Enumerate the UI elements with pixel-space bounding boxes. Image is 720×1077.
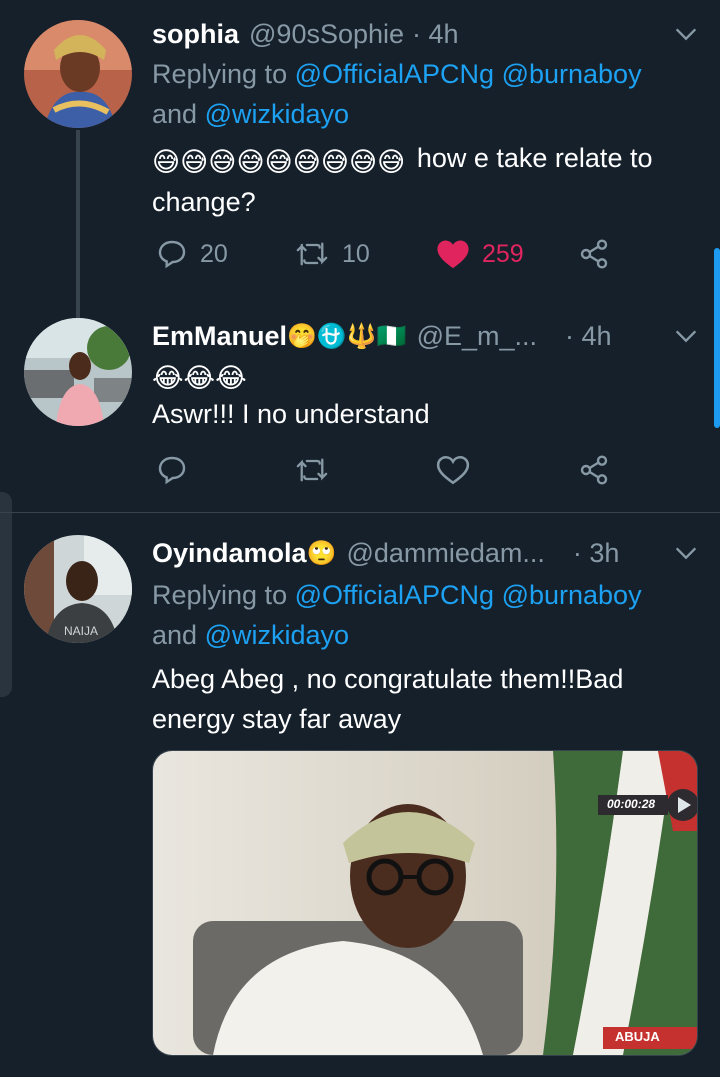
reply-button[interactable]: 20	[156, 234, 228, 274]
reply-icon	[158, 456, 186, 485]
reply-count: 20	[200, 239, 228, 268]
retweet-icon	[296, 242, 328, 266]
avatar[interactable]	[24, 318, 132, 426]
timestamp[interactable]: · 4h	[412, 19, 459, 50]
replying-to-label: Replying to	[152, 580, 295, 610]
display-name[interactable]: sophia	[152, 19, 239, 50]
username[interactable]: @90sSophie	[249, 19, 404, 50]
retweet-icon	[296, 458, 328, 482]
mention-wizkidayo[interactable]: @wizkidayo	[205, 99, 349, 129]
and-label: and	[152, 620, 205, 650]
like-count: 259	[482, 239, 524, 268]
tweet-body: Aswr!!! I no understand	[152, 399, 430, 429]
svg-text:NAIJA: NAIJA	[64, 624, 98, 638]
replying-to: Replying to @OfficialAPCNg @burnaboy and…	[152, 575, 702, 655]
username[interactable]: @dammiedam...	[346, 538, 544, 569]
retweet-button[interactable]: 10	[294, 234, 370, 274]
mention-burnaboy[interactable]: @burnaboy	[502, 580, 642, 610]
like-button[interactable]	[436, 450, 470, 490]
thread-line	[76, 130, 80, 310]
tweet-media-image[interactable]: 00:00:28 ABUJA	[152, 750, 698, 1056]
share-icon	[580, 239, 608, 269]
heart-icon	[436, 455, 470, 485]
tweet-text: 😅😅😅😅😅😅😅😅😅 how e take relate to change?	[152, 138, 702, 222]
timestamp[interactable]: · 4h	[565, 321, 612, 352]
tweet-sophia[interactable]: sophia @90sSophie · 4h Replying to @Offi…	[0, 0, 720, 310]
share-icon	[580, 455, 608, 485]
display-name-emoji: 🤭⛎🔱🇳🇬	[287, 322, 407, 350]
tweet-body: Abeg Abeg , no congratulate them!!Bad en…	[152, 664, 624, 734]
replying-to: Replying to @OfficialAPCNg @burnaboy and…	[152, 54, 702, 134]
and-label: and	[152, 99, 205, 129]
display-name-emoji: 🙄	[306, 539, 337, 567]
chevron-down-icon[interactable]	[672, 539, 700, 567]
tweet-emoji: 😂😂😂	[152, 363, 247, 393]
chevron-down-icon[interactable]	[672, 322, 700, 350]
thread-line	[76, 300, 80, 318]
reply-button[interactable]	[156, 450, 188, 490]
chevron-down-icon[interactable]	[672, 20, 700, 48]
username[interactable]: @E_m_...	[417, 321, 537, 352]
mention-burnaboy[interactable]: @burnaboy	[502, 59, 642, 89]
tweet-emmanuel[interactable]: EmManuel 🤭⛎🔱🇳🇬 @E_m_... · 4h 😂😂😂 Aswr!!!…	[0, 300, 720, 510]
display-name[interactable]: Oyindamola	[152, 538, 307, 569]
retweet-button[interactable]	[294, 450, 330, 490]
mention-officialapcng[interactable]: @OfficialAPCNg	[295, 59, 494, 89]
tweet-header: Oyindamola 🙄 @dammiedam... · 3h	[152, 533, 700, 573]
mention-wizkidayo[interactable]: @wizkidayo	[205, 620, 349, 650]
timestamp[interactable]: · 3h	[573, 538, 620, 569]
mention-officialapcng[interactable]: @OfficialAPCNg	[295, 580, 494, 610]
reply-icon	[158, 240, 186, 269]
share-button[interactable]	[578, 234, 610, 274]
retweet-count: 10	[342, 239, 370, 268]
tweet-emoji: 😅😅😅😅😅😅😅😅😅	[152, 147, 406, 177]
tweet-text: 😂😂😂	[152, 354, 702, 398]
share-button[interactable]	[578, 450, 610, 490]
replying-to-label: Replying to	[152, 59, 295, 89]
avatar[interactable]: NAIJA	[24, 535, 132, 643]
tweet-actions: 20 10 259	[152, 234, 672, 274]
heart-icon	[437, 240, 469, 269]
tweet-header: sophia @90sSophie · 4h	[152, 14, 700, 54]
display-name[interactable]: EmManuel	[152, 321, 287, 352]
like-button[interactable]: 259	[436, 234, 524, 274]
location-tag: ABUJA	[615, 1029, 660, 1044]
tweet-actions	[152, 450, 672, 490]
tweet-header: EmManuel 🤭⛎🔱🇳🇬 @E_m_... · 4h	[152, 316, 700, 356]
avatar[interactable]	[24, 20, 132, 128]
video-timestamp: 00:00:28	[607, 797, 656, 811]
